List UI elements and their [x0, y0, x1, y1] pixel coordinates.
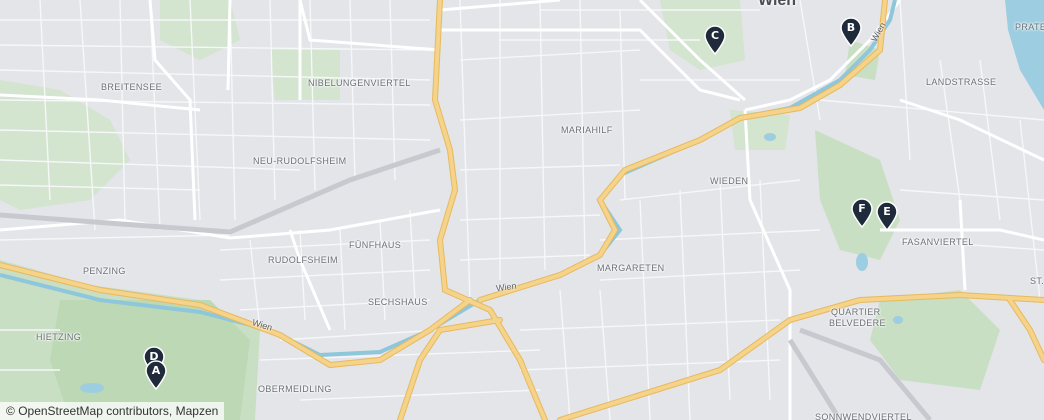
- district-label-fuenfhaus: FÜNFHAUS: [349, 240, 402, 250]
- district-label-landstrasse: LANDSTRASSE: [926, 77, 997, 87]
- map-marker-e[interactable]: E: [875, 201, 899, 231]
- district-label-margareten: MARGARETEN: [597, 263, 665, 273]
- map-marker-f[interactable]: F: [850, 198, 874, 228]
- district-label-hietzing: HIETZING: [36, 332, 82, 342]
- attribution-link[interactable]: OpenStreetMap contributors, Mapzen: [18, 404, 218, 418]
- map-marker-b[interactable]: B: [839, 17, 863, 47]
- district-label-praterc: PRATERC: [1015, 22, 1044, 32]
- district-label-rudolfsheim: RUDOLFSHEIM: [268, 255, 338, 265]
- district-label-wieden: WIEDEN: [710, 176, 749, 186]
- district-label-sonnwendviertel: SONNWENDVIERTEL: [815, 412, 912, 420]
- district-label-quartier: QUARTIER: [831, 307, 881, 317]
- district-label-obermeidling: OBERMEIDLING: [258, 384, 332, 394]
- map-attribution: © OpenStreetMap contributors, Mapzen: [0, 402, 225, 420]
- district-label-penzing: PENZING: [83, 266, 126, 276]
- marker-letter: E: [883, 205, 891, 218]
- marker-letter: C: [710, 29, 720, 42]
- district-label-neu-rudolfsheim: NEU-RUDOLFSHEIM: [253, 156, 347, 166]
- map-view[interactable]: Wien BREITENSEE NIBELUNGENVIERTEL MARIAH…: [0, 0, 1044, 420]
- city-label-wien: Wien: [758, 0, 797, 9]
- marker-letter: B: [846, 21, 856, 34]
- district-label-fasanviertel: FASANVIERTEL: [902, 237, 974, 247]
- map-marker-a[interactable]: A: [144, 360, 168, 390]
- district-label-breitensee: BREITENSEE: [101, 82, 163, 92]
- district-label-mariahilf: MARIAHILF: [561, 125, 613, 135]
- district-label-belvedere: BELVEDERE: [829, 318, 886, 328]
- district-label-sechshaus: SECHSHAUS: [368, 297, 428, 307]
- marker-letter: F: [858, 202, 866, 215]
- map-marker-c[interactable]: C: [703, 25, 727, 55]
- copyright-symbol: ©: [6, 404, 15, 418]
- district-label-st: ST.: [1030, 276, 1044, 286]
- district-label-nibelungenviertel: NIBELUNGENVIERTEL: [308, 78, 411, 88]
- marker-letter: A: [151, 364, 161, 377]
